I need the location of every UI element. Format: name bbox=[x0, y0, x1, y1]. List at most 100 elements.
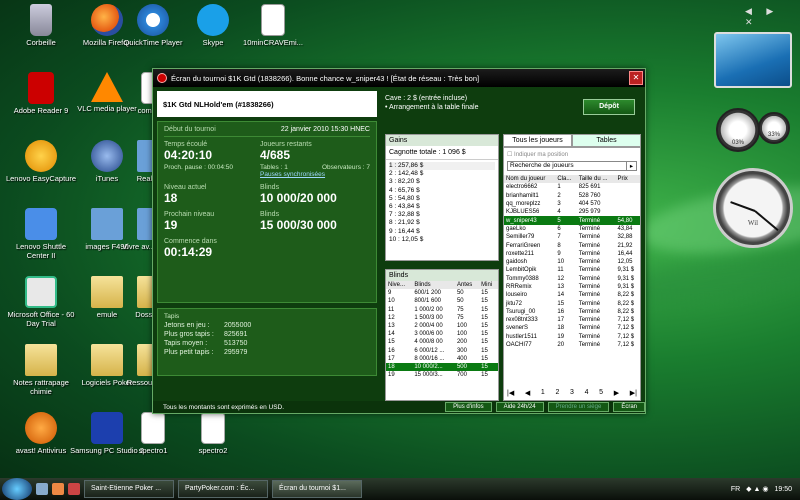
blind-level-row[interactable]: 11 1 000/2 00 75 15 bbox=[386, 306, 498, 314]
player-row[interactable]: gaeLko 6 Terminé 43,84 bbox=[504, 225, 640, 233]
prev-page-icon[interactable]: ◀ bbox=[525, 389, 530, 397]
player-row[interactable]: KJBLUES56 4 295 979 bbox=[504, 208, 640, 216]
tab-tables[interactable]: Tables bbox=[572, 134, 641, 147]
more-info-button[interactable]: Plus d'infos bbox=[445, 402, 492, 412]
column-header[interactable]: Prix bbox=[615, 175, 640, 184]
table-cell: 8,22 $ bbox=[617, 292, 635, 299]
last-page-icon[interactable]: ▶| bbox=[630, 389, 637, 397]
desktop-icon[interactable]: Notes rattrapage chimie bbox=[4, 344, 78, 396]
player-row[interactable]: FerrariGreen 8 Terminé 21,92 bbox=[504, 241, 640, 249]
mp3-icon bbox=[261, 4, 285, 36]
table-cell: gaidosh bbox=[506, 259, 528, 266]
help-button[interactable]: Aide 24h/24 bbox=[495, 402, 544, 412]
quicklaunch-icon[interactable] bbox=[68, 483, 80, 495]
clock-time[interactable]: 19:50 bbox=[774, 486, 792, 493]
player-row[interactable]: louseiro 14 Terminé 8,22 $ bbox=[504, 291, 640, 299]
page-number[interactable]: 5 bbox=[599, 389, 603, 397]
blind-level-row[interactable]: 13 2 000/4 00 100 15 bbox=[386, 322, 498, 330]
next-page-icon[interactable]: ▶ bbox=[614, 389, 619, 397]
desktop-icon[interactable]: Microsoft Office - 60 Day Trial bbox=[4, 276, 78, 328]
player-search-input[interactable]: Recherche de joueurs ▸ bbox=[507, 161, 637, 171]
table-cell: 7 bbox=[557, 234, 561, 241]
column-header[interactable]: Nive... bbox=[386, 281, 413, 290]
player-row[interactable]: hustler1511 19 Terminé 7,12 $ bbox=[504, 333, 640, 341]
quicklaunch-icon[interactable] bbox=[52, 483, 64, 495]
memory-gauge: 33% bbox=[758, 112, 790, 144]
table-cell: 15 bbox=[481, 347, 488, 354]
player-row[interactable]: w_sniper43 5 Terminé 54,80 bbox=[504, 216, 640, 225]
sync-pauses-link[interactable]: Pauses synchronisées bbox=[260, 171, 370, 178]
column-header[interactable]: Blinds bbox=[412, 281, 455, 290]
player-row[interactable]: svenerS 18 Terminé 7,12 $ bbox=[504, 324, 640, 332]
blind-level-row[interactable]: 10 800/1 600 50 15 bbox=[386, 297, 498, 305]
observers-count: Observateurs : 7 bbox=[321, 164, 370, 171]
desktop-icon[interactable]: avast! Antivirus bbox=[4, 412, 78, 455]
player-row[interactable]: OACHI77 20 Terminé 7,12 $ bbox=[504, 341, 640, 349]
take-seat-button[interactable]: Prendre un siège bbox=[547, 402, 610, 412]
blind-level-row[interactable]: 14 3 000/6 00 100 15 bbox=[386, 330, 498, 338]
column-header[interactable]: Mini bbox=[479, 281, 498, 290]
desktop-icon[interactable]: spectro2 bbox=[176, 412, 250, 455]
player-row[interactable]: brianhamilt1 2 528 760 bbox=[504, 192, 640, 200]
column-header[interactable]: Nom du joueur bbox=[504, 175, 556, 184]
page-number[interactable]: 2 bbox=[555, 389, 559, 397]
starts-in-value: 00:14:29 bbox=[164, 245, 213, 259]
taskbar-task[interactable]: Saint-Etienne Poker ... bbox=[84, 480, 174, 498]
blind-level-row[interactable]: 12 1 500/3 00 75 15 bbox=[386, 314, 498, 322]
gain-row: 5 : 54,80 $ bbox=[389, 194, 420, 202]
player-row[interactable]: electro6662 1 825 691 bbox=[504, 183, 640, 191]
clock-gadget[interactable]: Wil bbox=[713, 168, 793, 248]
blind-level-row[interactable]: 15 4 000/8 00 200 15 bbox=[386, 338, 498, 346]
desktop-icon[interactable]: Corbeille bbox=[4, 4, 78, 47]
quicklaunch-icon[interactable] bbox=[36, 483, 48, 495]
player-row[interactable]: roxette211 9 Terminé 16,44 bbox=[504, 250, 640, 258]
arrow-right-icon[interactable]: ▸ bbox=[626, 162, 636, 170]
page-number[interactable]: 4 bbox=[585, 389, 589, 397]
start-button[interactable] bbox=[2, 478, 32, 500]
table-cell: 500 bbox=[454, 362, 480, 372]
taskbar-task[interactable]: PartyPoker.com : Éc... bbox=[178, 480, 268, 498]
desktop-icon[interactable]: Lenovo Shuttle Center II bbox=[4, 208, 78, 260]
column-header[interactable]: Taille du ... bbox=[576, 175, 616, 184]
screen-button[interactable]: Écran bbox=[613, 402, 645, 412]
player-row[interactable]: RRRemix 13 Terminé 9,31 $ bbox=[504, 283, 640, 291]
gain-row: 2 : 142,48 $ bbox=[389, 170, 424, 178]
close-icon[interactable]: ✕ bbox=[629, 71, 643, 85]
player-row[interactable]: rex08tnt333 17 Terminé 7,12 $ bbox=[504, 316, 640, 324]
player-row[interactable]: jktu72 15 Terminé 8,22 $ bbox=[504, 299, 640, 307]
player-row[interactable]: gaidosh 10 Terminé 12,05 bbox=[504, 258, 640, 266]
next-blinds-label: Blinds bbox=[260, 211, 280, 218]
blind-level-row[interactable]: 17 8 000/16 ... 400 15 bbox=[386, 355, 498, 363]
photo-gadget[interactable] bbox=[714, 32, 792, 88]
sidebar-controls[interactable]: ◀ ▶ ✕ bbox=[745, 6, 800, 28]
column-header[interactable]: Antes bbox=[454, 281, 480, 290]
player-row[interactable]: Tommy0388 12 Terminé 9,31 $ bbox=[504, 275, 640, 283]
tray-icons[interactable]: ◆ ▲ ◉ bbox=[746, 485, 768, 493]
table-cell: 8,22 $ bbox=[617, 308, 635, 315]
next-pause: Proch. pause : 00:04:50 bbox=[164, 164, 234, 171]
language-indicator[interactable]: FR bbox=[731, 486, 740, 493]
blind-level-row[interactable]: 19 15 000/3... 700 15 bbox=[386, 371, 498, 379]
player-row[interactable]: Tsurugi_00 16 Terminé 8,22 $ bbox=[504, 308, 640, 316]
desktop-icon[interactable]: 10minCRAVEmi... bbox=[236, 4, 310, 47]
page-number[interactable]: 3 bbox=[570, 389, 574, 397]
blind-level-row[interactable]: 18 10 000/2... 500 15 bbox=[386, 362, 498, 372]
cpu-meter-gadget[interactable]: 03% 33% bbox=[716, 108, 792, 158]
page-number[interactable]: 1 bbox=[541, 389, 545, 397]
desktop-icon-label: Lenovo EasyCapture bbox=[5, 174, 77, 183]
blind-level-row[interactable]: 9 600/1 200 50 15 bbox=[386, 289, 498, 297]
window-titlebar[interactable]: Écran du tournoi $1K Gtd (1838266). Bonn… bbox=[153, 69, 645, 87]
blind-level-row[interactable]: 16 6 000/12 ... 300 15 bbox=[386, 347, 498, 355]
player-row[interactable]: Semiller79 7 Terminé 32,88 bbox=[504, 233, 640, 241]
show-position-label: Indiquer ma position bbox=[514, 152, 569, 158]
desktop-icon-label: avast! Antivirus bbox=[15, 446, 67, 455]
desktop-icon[interactable]: Adobe Reader 9 bbox=[4, 72, 78, 115]
player-row[interactable]: LembitOpik 11 Terminé 9,31 $ bbox=[504, 266, 640, 274]
show-position-checkbox[interactable]: ☐ Indiquer ma position bbox=[504, 148, 640, 161]
desktop-icon[interactable]: Lenovo EasyCapture bbox=[4, 140, 78, 183]
column-header[interactable]: Cla... bbox=[555, 175, 577, 184]
player-row[interactable]: qq_moreplzz 3 404 570 bbox=[504, 200, 640, 208]
tab-all-players[interactable]: Tous les joueurs bbox=[503, 134, 572, 147]
first-page-icon[interactable]: |◀ bbox=[507, 389, 514, 397]
taskbar-task[interactable]: Écran du tournoi $1... bbox=[272, 480, 362, 498]
